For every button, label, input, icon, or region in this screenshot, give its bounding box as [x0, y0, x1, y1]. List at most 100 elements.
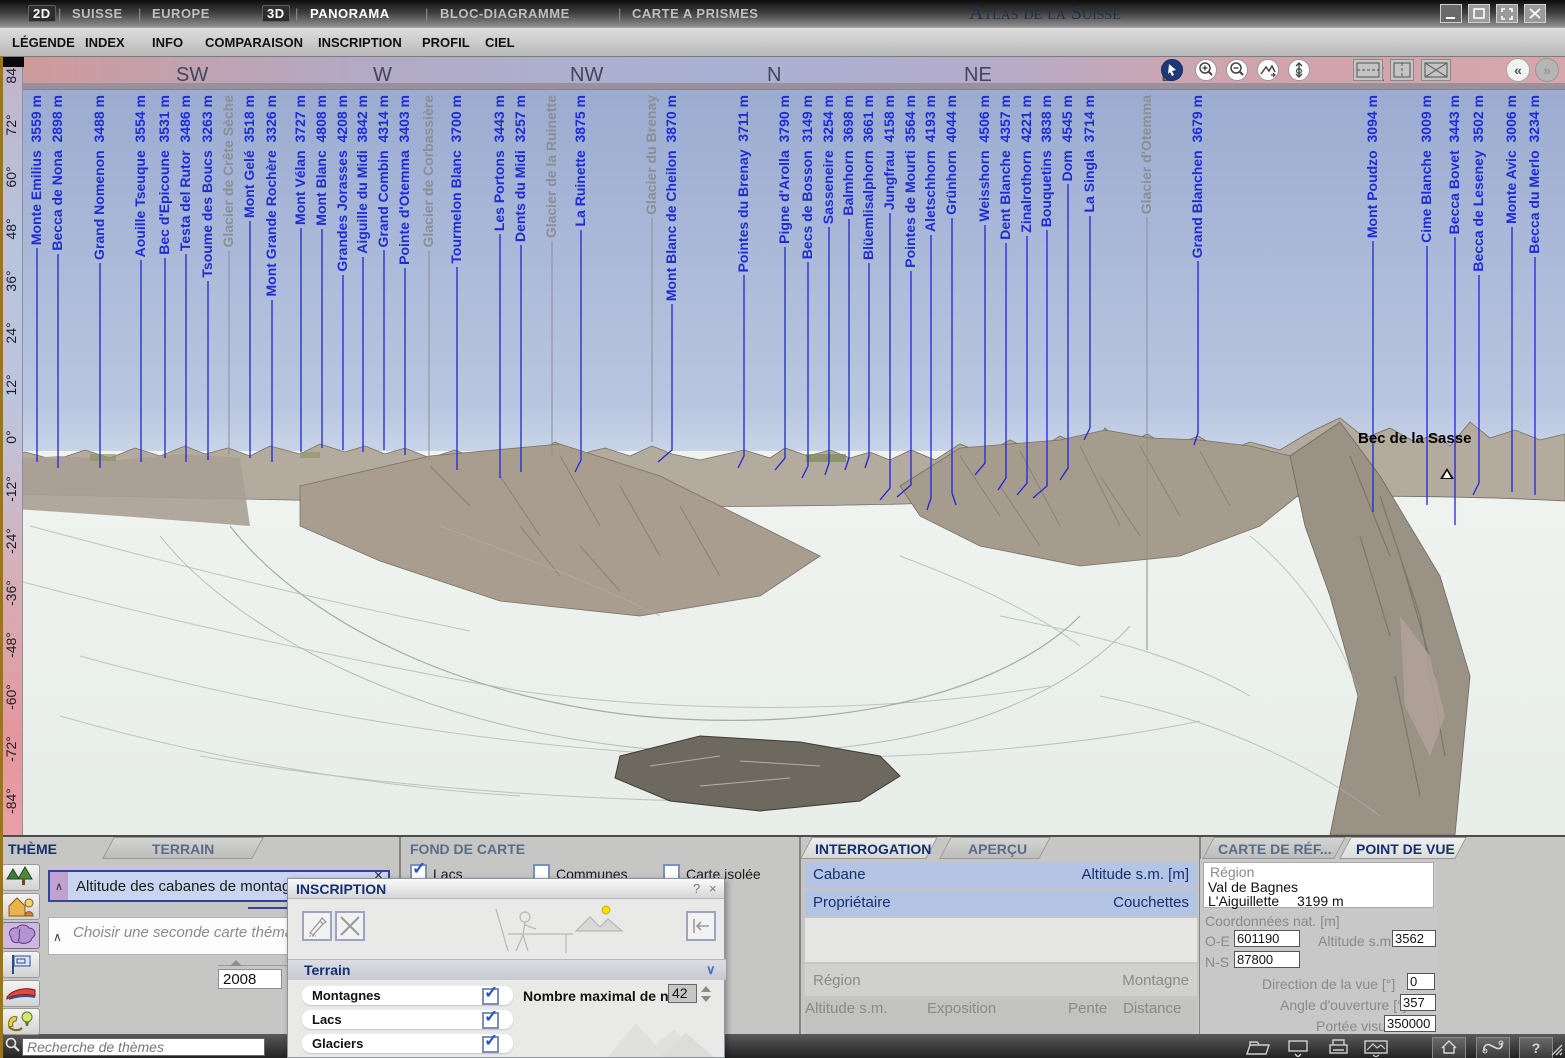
checked-checkbox-icon[interactable] [482, 988, 499, 1005]
oe-input[interactable]: 601190 [1234, 930, 1300, 947]
angle-input[interactable]: 357 [1400, 994, 1436, 1011]
menu-item-ciel[interactable]: CIEL [485, 35, 515, 50]
panorama-view[interactable]: Monte Emilius 3559 mBecca de Nona 2898 m… [0, 56, 1565, 835]
compass-bar: SWWNWNNEESE [22, 56, 1565, 90]
tab-point-de-vue[interactable]: POINT DE VUE [1356, 841, 1455, 857]
zoom-in-button[interactable] [1195, 59, 1217, 81]
attribute-header: Exposition [927, 1000, 996, 1017]
attribute-header: Distance [1123, 1000, 1181, 1017]
direction-input[interactable]: 0 [1407, 973, 1435, 990]
zoom-out-button[interactable] [1226, 59, 1248, 81]
viewpoint-height-button[interactable] [1288, 59, 1310, 81]
open-folder-icon[interactable] [1245, 1038, 1271, 1057]
restore-button[interactable] [1468, 4, 1490, 23]
range-input[interactable]: 350000 [1384, 1015, 1436, 1032]
layer-row-glaciers[interactable]: Glaciers [302, 1034, 513, 1053]
menu-item-info[interactable]: INFO [152, 35, 183, 50]
split-horizontal-button[interactable] [1353, 59, 1383, 81]
mode-3d-button[interactable]: 3D [262, 5, 290, 22]
peak-label: Grand Combin 4314 m [376, 95, 391, 247]
minimize-button[interactable] [1440, 4, 1462, 23]
year-value[interactable]: 2008 [218, 969, 282, 989]
tab-theme[interactable]: THÈME [8, 841, 57, 857]
menu-item-index[interactable]: INDEX [85, 35, 125, 50]
back-button[interactable]: « [1506, 58, 1530, 82]
pan-view-button[interactable] [1257, 59, 1279, 81]
altitude-input[interactable]: 3562 [1392, 930, 1436, 947]
close-split-button[interactable] [1421, 59, 1451, 81]
nav-carte-a-prismes[interactable]: CARTE A PRISMES [632, 6, 758, 21]
chevron-down-icon[interactable]: ∨ [706, 962, 716, 978]
dialog-titlebar[interactable]: INSCRIPTION ? × [288, 879, 724, 899]
close-button[interactable] [1524, 4, 1546, 23]
year-slider-thumb[interactable] [230, 960, 242, 966]
theme-communication-button[interactable] [2, 1008, 40, 1035]
spinner-up-icon[interactable] [701, 986, 711, 992]
menu-item-inscription[interactable]: INSCRIPTION [318, 35, 402, 50]
peak-label: Mont Gelé 3518 m [242, 95, 257, 218]
select-tool-button[interactable] [1161, 59, 1183, 81]
tab-carte-de-reference[interactable]: CARTE DE RÉF... [1218, 841, 1332, 857]
help-button[interactable]: ? [1519, 1037, 1553, 1058]
layer-row-montagnes[interactable]: Montagnes [302, 986, 513, 1005]
theme-mind-button[interactable] [2, 922, 40, 949]
compass-label-w: W [373, 64, 392, 87]
split-vertical-button[interactable] [1390, 59, 1414, 81]
max-names-input[interactable]: 42 [668, 984, 697, 1003]
theme-society-button[interactable] [2, 893, 40, 920]
nav-bloc-diagramme[interactable]: BLOC-DIAGRAMME [440, 6, 570, 21]
collapse-dialog-button[interactable] [686, 911, 716, 941]
resize-grip[interactable] [1550, 1041, 1564, 1057]
dialog-help-icon[interactable]: ? [693, 881, 700, 896]
atlas-app-window: { "icons": {"close":"×","help":"?","care… [0, 0, 1565, 1058]
inscription-dialog[interactable]: INSCRIPTION ? × Terrain ∨ Montagnes Lacs G… [287, 878, 725, 1058]
tab-interrogation[interactable]: INTERROGATION [815, 841, 931, 857]
link-button[interactable] [1476, 1037, 1510, 1058]
mode-2d-button[interactable]: 2D [28, 5, 56, 22]
peak-label: Grandes Jorasses 4208 m [335, 95, 350, 272]
attribute-header: Pente [1068, 1000, 1107, 1017]
peak-label: La Ruinette 3875 m [573, 95, 588, 227]
export-view-icon[interactable] [1285, 1038, 1311, 1057]
peak-label: Pointes de Mourti 3564 m [903, 95, 918, 268]
tab-terrain[interactable]: TERRAIN [152, 841, 214, 857]
peak-label: Becca Bovet 3443 m [1447, 95, 1462, 234]
peak-label: Mont Poudzo 3094 m [1365, 95, 1380, 238]
theme-nature-button[interactable] [2, 864, 40, 891]
print-icon[interactable] [1325, 1038, 1351, 1057]
terrain-section-header[interactable]: Terrain ∨ [288, 959, 726, 980]
ns-input[interactable]: 87800 [1234, 951, 1300, 968]
peak-label: Cime Blanche 3009 m [1419, 95, 1434, 243]
spinner-down-icon[interactable] [701, 996, 711, 1002]
nav-suisse[interactable]: SUISSE [72, 6, 123, 21]
search-input[interactable]: Recherche de thèmes [22, 1038, 265, 1056]
dialog-close-icon[interactable]: × [709, 881, 717, 896]
home-button[interactable] [1432, 1037, 1466, 1058]
delete-annotation-button[interactable] [335, 911, 365, 941]
checked-checkbox-icon[interactable] [482, 1012, 499, 1029]
edit-annotation-button[interactable] [302, 911, 332, 941]
theme-transport-button[interactable] [2, 980, 40, 1007]
maximize-button[interactable] [1496, 4, 1518, 23]
split-horizontal-icon [1354, 60, 1382, 80]
peak-label: Dent Blanche 4357 m [998, 95, 1013, 240]
peak-label: Becca de Nona 2898 m [50, 95, 65, 251]
menu-item-comparaison[interactable]: COMPARAISON [205, 35, 303, 50]
tab-apercu[interactable]: APERÇU [968, 841, 1027, 857]
theme-state-button[interactable] [2, 951, 40, 978]
angle-tick: -24° [3, 521, 19, 561]
forward-button[interactable]: » [1535, 58, 1559, 82]
menu-item-légende[interactable]: LÉGENDE [12, 35, 75, 50]
layer-row-lacs[interactable]: Lacs [302, 1010, 513, 1029]
dropdown-collapse-cap[interactable]: ∧ [50, 872, 68, 900]
dropdown-collapse-cap[interactable]: ∧ [53, 930, 62, 944]
snapshot-icon[interactable] [1362, 1038, 1390, 1057]
nav-europe[interactable]: EUROPE [152, 6, 210, 21]
annotation-illustration [478, 901, 638, 959]
menu-item-profil[interactable]: PROFIL [422, 35, 470, 50]
peak-label: Pigne d'Arolla 3790 m [777, 95, 792, 244]
peak-label: Blüemlisalphorn 3661 m [861, 95, 876, 260]
checked-checkbox-icon[interactable] [482, 1036, 499, 1053]
return-arrow-icon [688, 913, 714, 939]
nav-panorama[interactable]: PANORAMA [310, 6, 390, 21]
